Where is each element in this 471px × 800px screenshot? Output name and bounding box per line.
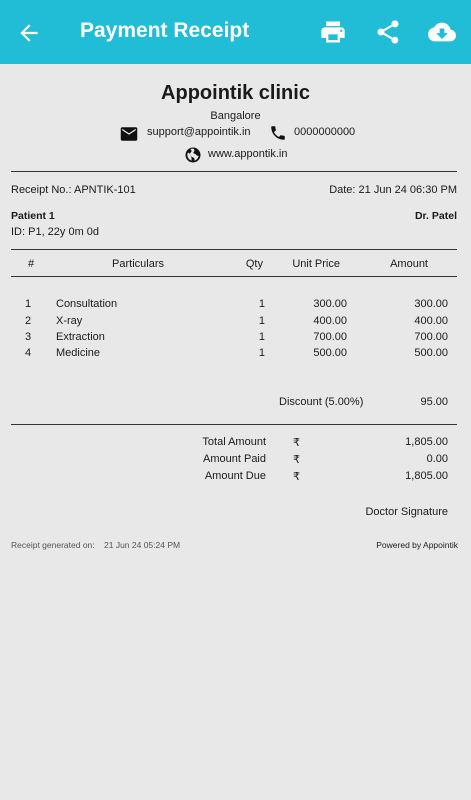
app-bar: Payment Receipt bbox=[0, 0, 471, 64]
email-icon bbox=[120, 127, 138, 141]
amount-due-label: Amount Due bbox=[204, 470, 266, 482]
row-index: 3 bbox=[25, 331, 32, 343]
row-index: 2 bbox=[25, 315, 32, 327]
currency-symbol: ₹ bbox=[293, 471, 300, 483]
row-unit-price: 400.00 bbox=[313, 315, 347, 327]
row-index: 1 bbox=[25, 298, 32, 310]
discount-label: Discount (5.00%) bbox=[279, 396, 364, 408]
page-title: Payment Receipt bbox=[80, 19, 250, 42]
receipt-number: Receipt No.: APNTIK-101 bbox=[11, 184, 136, 196]
column-header-amount: Amount bbox=[390, 258, 428, 270]
divider bbox=[11, 249, 457, 250]
clinic-phone: 0000000000 bbox=[294, 126, 356, 138]
row-qty: 1 bbox=[258, 315, 265, 327]
row-unit-price: 700.00 bbox=[313, 331, 347, 343]
doctor-name: Dr. Patel bbox=[414, 210, 457, 222]
row-unit-price: 500.00 bbox=[313, 347, 347, 359]
divider bbox=[11, 424, 457, 425]
row-qty: 1 bbox=[258, 331, 265, 343]
row-amount: 500.00 bbox=[414, 347, 448, 359]
clinic-website: www.appontik.in bbox=[208, 148, 288, 160]
divider bbox=[11, 276, 457, 277]
row-particulars: Extraction bbox=[56, 331, 105, 343]
row-particulars: Medicine bbox=[56, 347, 101, 359]
amount-due-value: 1,805.00 bbox=[405, 470, 448, 482]
receipt-date: Date: 21 Jun 24 06:30 PM bbox=[329, 184, 457, 196]
row-particulars: X-ray bbox=[56, 315, 83, 327]
cloud-download-icon[interactable] bbox=[428, 18, 456, 46]
total-amount-value: 1,805.00 bbox=[405, 436, 448, 448]
patient-name: Patient 1 bbox=[11, 210, 55, 222]
divider bbox=[11, 171, 457, 172]
row-qty: 1 bbox=[258, 347, 265, 359]
column-header-index: # bbox=[27, 258, 35, 270]
printer-icon[interactable] bbox=[319, 18, 347, 46]
currency-symbol: ₹ bbox=[293, 437, 300, 449]
row-amount: 300.00 bbox=[414, 298, 448, 310]
amount-paid-label: Amount Paid bbox=[203, 453, 266, 465]
column-header-qty: Qty bbox=[245, 258, 263, 270]
discount-value: 95.00 bbox=[420, 396, 448, 408]
doctor-signature: Doctor Signature bbox=[365, 506, 448, 518]
row-amount: 400.00 bbox=[414, 315, 448, 327]
globe-icon bbox=[185, 147, 201, 163]
row-qty: 1 bbox=[258, 298, 265, 310]
currency-symbol: ₹ bbox=[293, 454, 300, 466]
phone-icon bbox=[271, 126, 285, 140]
share-icon[interactable] bbox=[374, 18, 402, 46]
row-unit-price: 300.00 bbox=[313, 298, 347, 310]
column-header-unit-price: Unit Price bbox=[292, 258, 340, 270]
generated-on-value: 21 Jun 24 05:24 PM bbox=[104, 540, 181, 550]
clinic-email: support@appointik.in bbox=[147, 126, 251, 138]
amount-paid-value: 0.00 bbox=[426, 453, 448, 465]
total-amount-label: Total Amount bbox=[202, 436, 266, 448]
patient-details: ID: P1, 22y 0m 0d bbox=[11, 226, 100, 238]
generated-on-label: Receipt generated on: bbox=[11, 540, 95, 550]
powered-by: Powered by Appointik bbox=[376, 540, 458, 550]
clinic-name: Appointik clinic bbox=[161, 82, 310, 104]
clinic-city: Bangalore bbox=[210, 110, 261, 122]
row-index: 4 bbox=[25, 347, 32, 359]
arrow-left-icon[interactable] bbox=[16, 20, 42, 46]
column-header-particulars: Particulars bbox=[112, 258, 164, 270]
row-particulars: Consultation bbox=[56, 298, 118, 310]
row-amount: 700.00 bbox=[414, 331, 448, 343]
